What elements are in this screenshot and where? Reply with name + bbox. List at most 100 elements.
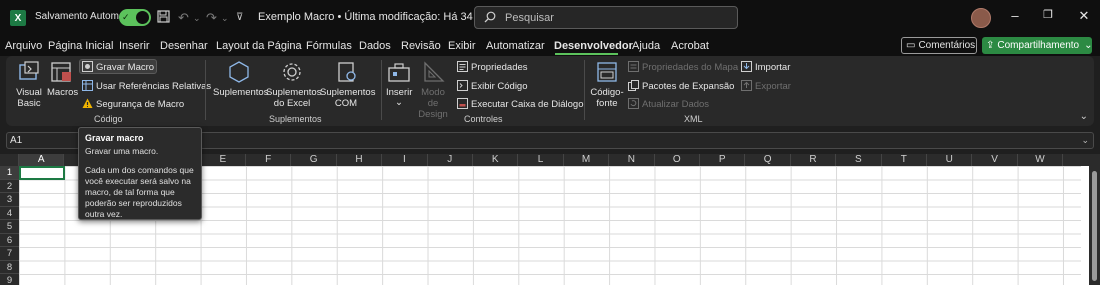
- tab-layout-da-pagina[interactable]: Layout da Página: [216, 40, 302, 52]
- minimize-icon[interactable]: –: [1005, 8, 1025, 23]
- undo-dropdown-icon[interactable]: ⌄: [193, 13, 201, 24]
- column-header[interactable]: R: [791, 154, 837, 166]
- addins-icon: [229, 61, 249, 83]
- undo-icon[interactable]: ↶: [178, 10, 189, 26]
- formula-input[interactable]: ⌄: [200, 132, 1094, 149]
- tab-revisao[interactable]: Revisão: [401, 40, 441, 52]
- chevron-down-icon: ⌄: [1084, 40, 1093, 51]
- chevron-down-icon: ⌄: [395, 97, 403, 108]
- search-input[interactable]: Pesquisar: [474, 6, 738, 29]
- view-code-icon: [457, 80, 468, 91]
- column-header[interactable]: W: [1018, 154, 1064, 166]
- group-label-suplementos: Suplementos: [269, 114, 322, 124]
- macro-security-label: Segurança de Macro: [96, 99, 185, 110]
- row-header[interactable]: 9: [0, 274, 19, 285]
- column-header[interactable]: S: [836, 154, 882, 166]
- import-label: Importar: [755, 62, 791, 73]
- import-button[interactable]: Importar: [741, 61, 790, 73]
- column-header[interactable]: J: [428, 154, 473, 166]
- row-header[interactable]: 1: [0, 166, 19, 180]
- toggle-knob: [136, 11, 149, 24]
- row-header[interactable]: 7: [0, 247, 19, 261]
- column-header[interactable]: G: [291, 154, 337, 166]
- select-all-corner[interactable]: [0, 154, 19, 166]
- collapse-ribbon-icon[interactable]: ⌄: [1080, 111, 1088, 122]
- column-header[interactable]: M: [564, 154, 610, 166]
- tab-exibir[interactable]: Exibir: [448, 40, 476, 52]
- macro-security-button[interactable]: Segurança de Macro: [82, 98, 184, 110]
- column-header[interactable]: V: [972, 154, 1018, 166]
- row-header[interactable]: 6: [0, 233, 19, 247]
- ribbon: Visual Basic Macros Gravar Macro Usar Re…: [6, 56, 1094, 126]
- properties-button[interactable]: Propriedades: [457, 61, 528, 73]
- column-header[interactable]: E: [201, 154, 246, 166]
- record-macro-tooltip: Gravar macro Gravar uma macro. Cada um d…: [78, 127, 202, 220]
- map-properties-icon: [628, 61, 639, 72]
- column-header[interactable]: N: [609, 154, 655, 166]
- column-header[interactable]: Q: [745, 154, 791, 166]
- addins-label: Suplementos: [213, 87, 269, 98]
- relative-references-button[interactable]: Usar Referências Relativas: [82, 80, 211, 92]
- column-header[interactable]: A: [19, 154, 65, 166]
- avatar[interactable]: [971, 8, 991, 28]
- view-code-button[interactable]: Exibir Código: [457, 80, 528, 92]
- row-header[interactable]: 4: [0, 206, 19, 220]
- export-button: Exportar: [741, 80, 791, 92]
- share-button[interactable]: ⇪ Compartilhamento ⌄: [982, 37, 1093, 54]
- autosave-toggle[interactable]: ✓: [119, 9, 151, 26]
- expand-formula-icon[interactable]: ⌄: [1081, 135, 1089, 146]
- column-header[interactable]: U: [927, 154, 973, 166]
- tab-inserir[interactable]: Inserir: [119, 40, 150, 52]
- tab-desenhar[interactable]: Desenhar: [160, 40, 208, 52]
- column-header[interactable]: T: [882, 154, 927, 166]
- group-label-xml: XML: [684, 114, 703, 124]
- row-header[interactable]: 5: [0, 220, 19, 234]
- row-header[interactable]: 2: [0, 179, 19, 193]
- export-icon: [741, 80, 752, 91]
- document-title[interactable]: Exemplo Macro • Última modificação: Há 3…: [258, 11, 506, 23]
- tab-arquivo[interactable]: Arquivo: [5, 40, 42, 52]
- relative-references-label: Usar Referências Relativas: [96, 81, 212, 92]
- customize-qat-icon[interactable]: ⊽: [236, 12, 243, 23]
- run-dialog-icon: [457, 98, 468, 109]
- close-icon[interactable]: ✕: [1074, 8, 1094, 24]
- restore-icon[interactable]: ❐: [1038, 8, 1058, 21]
- tab-desenvolvedor[interactable]: Desenvolvedor: [554, 40, 633, 52]
- vertical-scrollbar[interactable]: [1089, 166, 1100, 285]
- redo-icon[interactable]: ↷: [206, 10, 217, 26]
- group-label-codigo: Código: [94, 114, 123, 124]
- search-placeholder: Pesquisar: [505, 12, 554, 24]
- warning-icon: [82, 98, 93, 108]
- active-cell[interactable]: [19, 166, 65, 180]
- row-header[interactable]: 3: [0, 193, 19, 207]
- column-header[interactable]: L: [518, 154, 564, 166]
- tab-automatizar[interactable]: Automatizar: [486, 40, 545, 52]
- tab-formulas[interactable]: Fórmulas: [306, 40, 352, 52]
- tooltip-title: Gravar macro: [85, 133, 144, 143]
- comments-label: Comentários: [918, 40, 976, 51]
- run-dialog-button[interactable]: Executar Caixa de Diálogo: [457, 98, 583, 110]
- save-icon[interactable]: [157, 10, 170, 23]
- tab-acrobat[interactable]: Acrobat: [671, 40, 709, 52]
- redo-dropdown-icon[interactable]: ⌄: [221, 13, 229, 24]
- gear-icon: [283, 63, 301, 81]
- search-icon: [484, 11, 496, 23]
- row-header[interactable]: 8: [0, 260, 19, 274]
- expansion-packs-button[interactable]: Pacotes de Expansão: [628, 80, 734, 92]
- column-header[interactable]: F: [246, 154, 292, 166]
- column-header[interactable]: O: [655, 154, 700, 166]
- excel-logo-icon: X: [10, 10, 26, 26]
- tab-dados[interactable]: Dados: [359, 40, 391, 52]
- share-label: Compartilhamento: [997, 40, 1080, 51]
- column-header[interactable]: H: [337, 154, 383, 166]
- record-macro-label: Gravar Macro: [96, 62, 155, 73]
- column-header[interactable]: P: [700, 154, 746, 166]
- scrollbar-thumb[interactable]: [1092, 171, 1097, 281]
- column-header[interactable]: K: [473, 154, 519, 166]
- record-macro-item[interactable]: Gravar Macro: [82, 61, 154, 73]
- tab-ajuda[interactable]: Ajuda: [632, 40, 660, 52]
- tooltip-detail: Cada um dos comandos que você executar s…: [85, 165, 194, 219]
- comments-button[interactable]: ▭ Comentários: [901, 37, 977, 54]
- column-header[interactable]: I: [382, 154, 428, 166]
- tab-pagina-inicial[interactable]: Página Inicial: [48, 40, 113, 52]
